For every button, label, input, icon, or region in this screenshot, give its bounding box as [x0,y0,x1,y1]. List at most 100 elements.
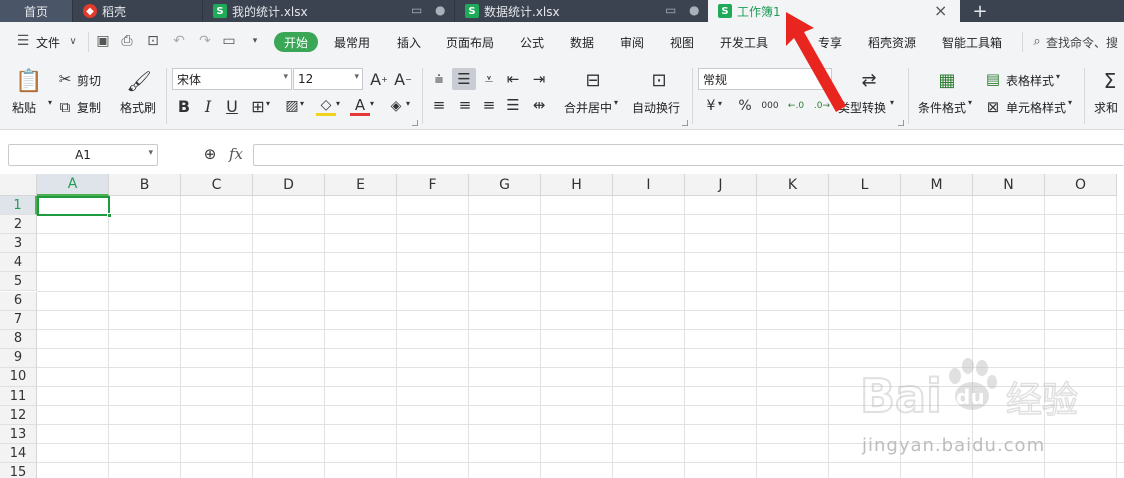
column-header-b[interactable]: B [109,174,181,196]
chevron-down-icon[interactable]: ▾ [336,99,340,108]
chevron-down-icon[interactable]: ▾ [1056,72,1060,81]
chevron-down-icon[interactable]: ▾ [48,98,52,107]
undo-icon[interactable]: ↶ [170,32,188,50]
row-header-9[interactable]: 9 [0,348,37,368]
row-header-1[interactable]: 1 [0,196,37,216]
align-bottom-icon[interactable]: ⩡ [480,70,498,88]
alignment-dialog-launcher[interactable] [682,120,688,126]
column-header-g[interactable]: G [469,174,541,196]
tab-data-stats[interactable]: S 数据统计.xlsx ▭ ● [454,0,708,22]
menu-data[interactable]: 数据 [570,34,594,51]
column-header-l[interactable]: L [829,174,901,196]
row-header-4[interactable]: 4 [0,253,37,273]
row-header-11[interactable]: 11 [0,387,37,407]
thousands-button[interactable]: 000 [760,96,780,116]
row-header-3[interactable]: 3 [0,234,37,254]
sum-button[interactable]: 求和 [1094,99,1118,116]
menu-page-layout[interactable]: 页面布局 [446,34,494,51]
tab-home[interactable]: 首页 [0,0,72,22]
row-header-2[interactable]: 2 [0,215,37,235]
menu-developer[interactable]: 开发工具 [720,34,768,51]
row-header-5[interactable]: 5 [0,272,37,292]
column-header-n[interactable]: N [973,174,1045,196]
underline-button[interactable]: U [222,96,242,116]
row-header-14[interactable]: 14 [0,444,37,464]
column-header-c[interactable]: C [181,174,253,196]
copy-button[interactable]: 复制 [77,99,101,116]
customize-chevron-icon[interactable]: ▾ [246,32,264,50]
column-header-d[interactable]: D [253,174,325,196]
paste-button[interactable]: 粘贴 [12,99,36,116]
wrap-text-icon[interactable]: ⊡ [646,68,672,92]
row-header-15[interactable]: 15 [0,463,37,478]
border-icon[interactable]: ⊞ [248,96,268,116]
chevron-down-icon[interactable]: ∨ [64,32,82,50]
distributed-icon[interactable]: ⇹ [530,96,548,114]
save-icon[interactable]: ▣ [94,32,112,50]
chevron-down-icon[interactable]: ▾ [300,99,304,108]
row-header-13[interactable]: 13 [0,425,37,445]
number-dialog-launcher[interactable] [898,120,904,126]
name-box[interactable]: A1 ▾ [8,144,158,166]
align-left-icon[interactable]: ≡ [430,96,448,114]
print-preview-icon[interactable]: ⊡ [144,32,162,50]
align-right-icon[interactable]: ≡ [480,96,498,114]
align-middle-icon[interactable]: ☰ [452,68,476,90]
conditional-format-button[interactable]: 条件格式 [918,99,966,116]
table-style-icon[interactable]: ▤ [984,70,1002,88]
tab-start[interactable]: 开始 [274,32,318,52]
chevron-down-icon[interactable]: ▾ [370,99,374,108]
row-header-10[interactable]: 10 [0,367,37,387]
copy-icon[interactable]: ⧉ [56,98,74,116]
print-icon[interactable]: ⎙ [118,32,136,50]
decrease-indent-icon[interactable]: ⇤ [504,70,522,88]
menu-insert[interactable]: 插入 [397,34,421,51]
column-header-j[interactable]: J [685,174,757,196]
table-style-button[interactable]: 表格样式 [1006,72,1054,89]
sum-icon[interactable]: Σ [1098,68,1122,94]
font-name-select[interactable]: 宋体 ▾ [172,68,292,90]
cell-fill-icon[interactable]: ▨ [282,96,302,116]
column-header-o[interactable]: O [1045,174,1117,196]
column-header-f[interactable]: F [397,174,469,196]
active-cell-a1[interactable] [37,196,110,216]
clear-format-icon[interactable]: ◈ [386,96,406,116]
format-painter-button[interactable]: 格式刷 [120,99,156,116]
chevron-down-icon[interactable]: ▾ [266,99,270,108]
align-center-icon[interactable]: ≡ [456,96,474,114]
new-tab-button[interactable]: + [968,0,992,22]
font-color-icon[interactable]: A [350,96,370,116]
increase-font-icon[interactable]: A + [370,69,388,89]
row-header-12[interactable]: 12 [0,406,37,426]
monitor-icon[interactable]: ▭ [665,3,676,17]
chevron-down-icon[interactable]: ▾ [968,98,972,107]
menu-smart-toolbox[interactable]: 智能工具箱 [942,34,1002,51]
menu-review[interactable]: 审阅 [620,34,644,51]
bold-button[interactable]: B [174,96,194,116]
merge-center-icon[interactable]: ⊟ [580,68,606,92]
chevron-down-icon[interactable]: ▾ [406,99,410,108]
open-folder-icon[interactable]: ▭ [220,32,238,50]
format-painter-icon[interactable]: 🖌 [126,68,151,94]
merge-center-button[interactable]: 合并居中 [564,99,612,116]
column-header-e[interactable]: E [325,174,397,196]
menu-view[interactable]: 视图 [670,34,694,51]
conditional-format-icon[interactable]: ▦ [934,68,960,92]
function-button[interactable]: fx [226,144,246,164]
hamburger-icon[interactable]: ☰ [14,32,32,50]
menu-docer-resources[interactable]: 稻壳资源 [868,34,916,51]
menu-formula[interactable]: 公式 [520,34,544,51]
font-size-select[interactable]: 12 ▾ [293,68,363,90]
wrap-text-button[interactable]: 自动换行 [632,99,680,116]
column-header-a[interactable]: A [37,174,109,196]
row-header-6[interactable]: 6 [0,291,37,311]
cut-icon[interactable]: ✂ [56,70,74,88]
redo-icon[interactable]: ↷ [196,32,214,50]
cell-style-icon[interactable]: ⊠ [984,98,1002,116]
font-dialog-launcher[interactable] [412,120,418,126]
chevron-down-icon[interactable]: ▾ [1068,98,1072,107]
column-header-k[interactable]: K [757,174,829,196]
menu-file[interactable]: 文件 [36,34,60,51]
chevron-down-icon[interactable]: ▾ [718,99,722,108]
align-top-icon[interactable]: ⩧ [430,70,448,88]
